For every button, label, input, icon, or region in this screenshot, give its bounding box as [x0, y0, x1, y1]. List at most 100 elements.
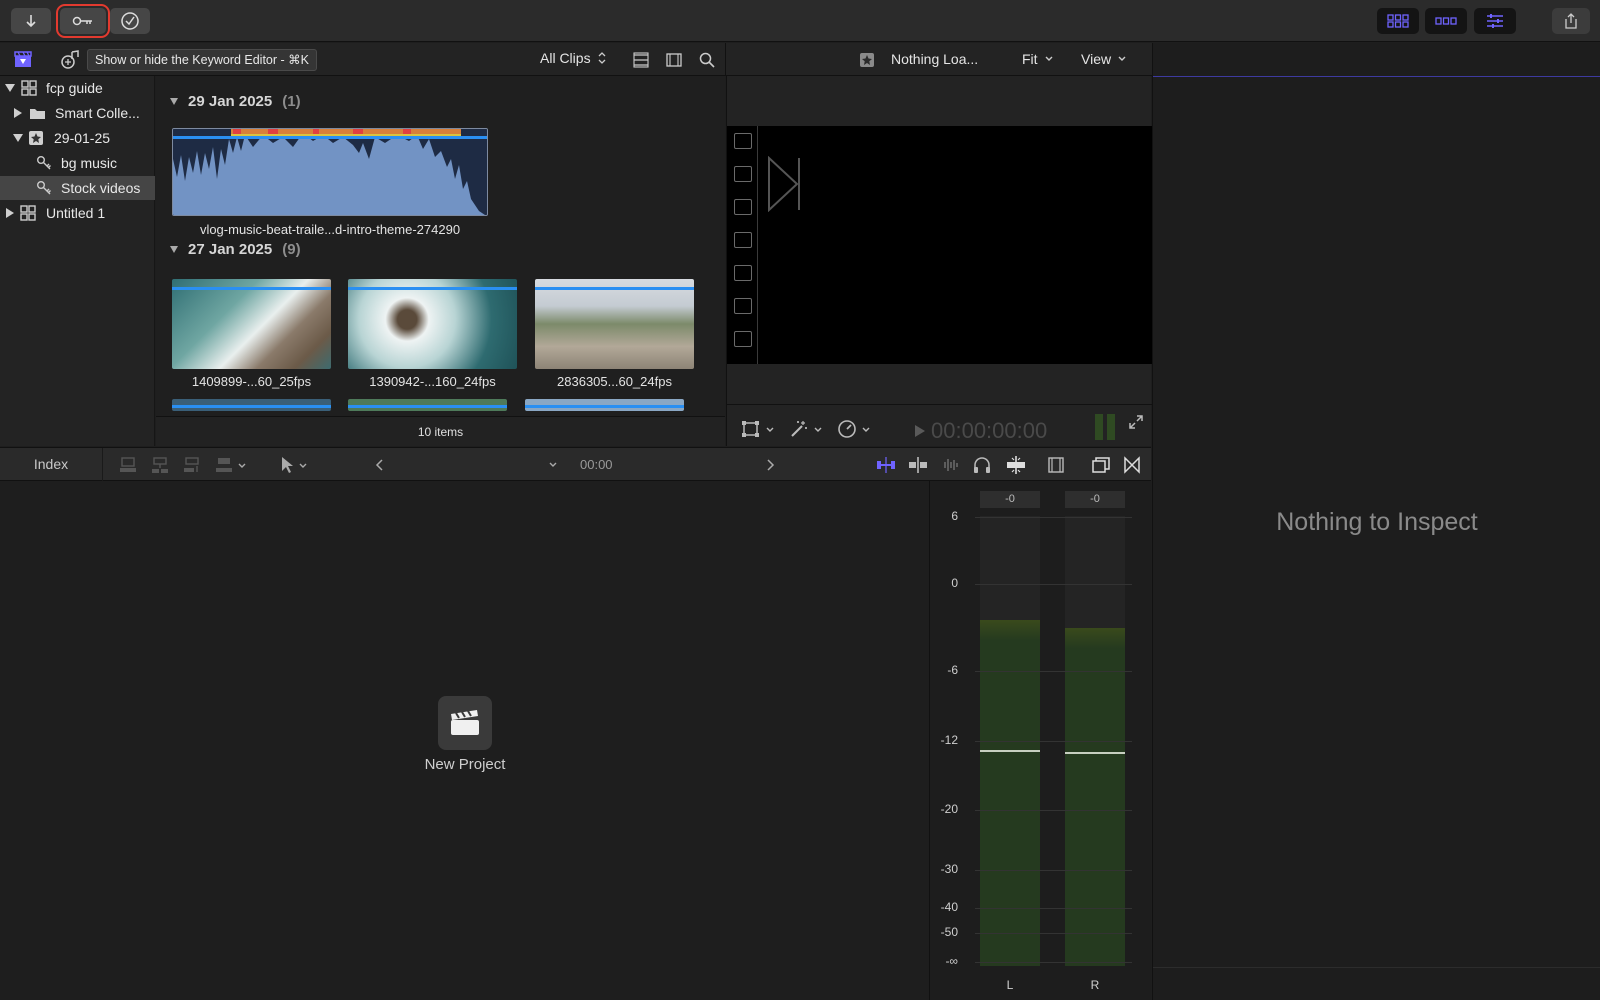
keyword-bar	[348, 405, 507, 408]
fit-dropdown[interactable]: Fit	[1022, 51, 1054, 67]
transitions-browser-icon[interactable]	[1123, 456, 1141, 474]
chevron-down-icon	[1045, 56, 1053, 61]
sidebar-item-stock-videos[interactable]: Stock videos	[0, 176, 155, 200]
meter-scale-label: -12	[940, 733, 958, 747]
keyword-editor-button[interactable]	[56, 4, 110, 38]
viewer-checkbox	[734, 133, 752, 149]
meter-gridline	[975, 741, 1132, 742]
skimming-icon[interactable]	[908, 456, 928, 474]
viewer-star-icon[interactable]	[859, 52, 875, 68]
sidebar-item-smart-collections[interactable]: Smart Colle...	[0, 101, 155, 125]
keyword-bar	[525, 405, 684, 408]
chevron-right-icon[interactable]	[765, 459, 775, 471]
peak-hold-left	[980, 749, 1040, 752]
inspector-bottom-line	[1153, 967, 1600, 968]
clip-thumbnail-video[interactable]	[535, 279, 694, 369]
photos-audio-icon[interactable]	[59, 49, 81, 71]
select-tool-icon[interactable]	[280, 456, 294, 474]
new-project-button[interactable]	[438, 696, 492, 750]
audio-skimming-icon[interactable]	[940, 456, 960, 474]
chevron-down-icon[interactable]	[237, 462, 247, 470]
timeline-time: 00:00	[580, 457, 613, 472]
chevron-down-icon[interactable]	[298, 462, 308, 470]
chevron-down-icon[interactable]	[813, 426, 823, 434]
meter-gridline	[975, 933, 1132, 934]
effects-browser-icon[interactable]	[1092, 456, 1110, 474]
background-tasks-button[interactable]	[110, 8, 150, 34]
clip-filter-dropdown[interactable]: All Clips	[540, 50, 607, 66]
meter-level-left	[980, 620, 1040, 966]
keyword-icon	[37, 181, 51, 195]
connect-clip-icon[interactable]	[119, 456, 137, 474]
meter-gridline	[975, 810, 1132, 811]
transform-icon[interactable]	[741, 420, 761, 438]
view-dropdown[interactable]: View	[1081, 51, 1127, 67]
peak-hold-right	[1065, 752, 1125, 755]
channel-label-right: R	[1090, 978, 1100, 992]
sidebar-item-label: fcp guide	[46, 80, 103, 96]
clip-thumbnail-video[interactable]	[172, 279, 331, 369]
disclosure-triangle-icon[interactable]	[170, 246, 178, 253]
zoom-to-fit-icon[interactable]	[876, 456, 896, 474]
clip-thumbnail-video[interactable]	[348, 399, 507, 411]
disclosure-triangle-icon[interactable]	[6, 208, 14, 218]
timeline-area: New Project	[0, 481, 929, 1000]
disclosure-triangle-icon[interactable]	[5, 84, 15, 92]
keyword-editor-tooltip: Show or hide the Keyword Editor - ⌘K	[87, 49, 317, 71]
library-icon	[20, 205, 36, 221]
browser-toggle-button[interactable]	[1377, 8, 1419, 34]
chevron-down-icon[interactable]	[861, 426, 871, 434]
disclosure-triangle-icon[interactable]	[13, 134, 23, 142]
clapperboard-icon	[451, 710, 479, 735]
group-count: (1)	[282, 93, 301, 110]
share-button[interactable]	[1552, 8, 1590, 34]
viewer-checkbox	[734, 298, 752, 314]
sidebar-item-event-29-01-25[interactable]: 29-01-25	[0, 126, 155, 150]
speedometer-icon[interactable]	[837, 419, 857, 439]
play-icon[interactable]	[914, 424, 926, 438]
group-date: 29 Jan 2025	[188, 93, 273, 110]
meter-scale-label: -20	[940, 802, 958, 816]
meter-scale-label: -6	[947, 663, 958, 677]
sidebar-item-bg-music[interactable]: bg music	[0, 151, 155, 175]
keyword-bar	[348, 287, 517, 290]
clip-thumbnail-video[interactable]	[172, 399, 331, 411]
clip-thumbnail-video[interactable]	[525, 399, 684, 411]
sidebar-item-fcp-guide[interactable]: fcp guide	[0, 76, 155, 100]
magic-wand-icon[interactable]	[789, 419, 809, 439]
index-button[interactable]: Index	[0, 448, 103, 481]
import-button[interactable]	[11, 8, 51, 34]
sidebar-item-untitled-1[interactable]: Untitled 1	[0, 201, 155, 225]
chevron-down-icon[interactable]	[765, 426, 775, 434]
share-icon	[1565, 13, 1577, 29]
items-count: 10 items	[156, 416, 725, 446]
inspector-toggle-button[interactable]	[1474, 8, 1516, 34]
disclosure-triangle-icon[interactable]	[170, 98, 178, 105]
clip-label: vlog-music-beat-traile...d-intro-theme-2…	[199, 222, 461, 237]
list-view-icon[interactable]	[633, 52, 649, 68]
chevron-down-icon[interactable]	[548, 461, 558, 469]
append-clip-icon[interactable]	[183, 456, 201, 474]
snapping-icon[interactable]	[1005, 455, 1027, 475]
overwrite-clip-icon[interactable]	[215, 456, 233, 474]
viewer-canvas[interactable]	[727, 126, 1152, 364]
clip-thumbnail-audio[interactable]	[172, 128, 488, 216]
meter-gridline	[975, 870, 1132, 871]
clip-thumbnail-video[interactable]	[348, 279, 517, 369]
disclosure-triangle-icon[interactable]	[14, 108, 22, 118]
timeline-toolbar: Index 00:00	[0, 447, 1151, 481]
libraries-clapper-icon[interactable]	[13, 49, 33, 69]
search-icon[interactable]	[699, 52, 715, 68]
clip-label: 1390942-...160_24fps	[369, 374, 496, 389]
filmstrip-view-icon[interactable]	[666, 52, 682, 68]
headphones-icon[interactable]	[973, 456, 991, 474]
event-group-header[interactable]: 27 Jan 2025 (9)	[170, 241, 301, 258]
clip-appearance-icon[interactable]	[1047, 456, 1065, 474]
channel-label-left: L	[1006, 978, 1014, 992]
insert-clip-icon[interactable]	[151, 456, 169, 474]
viewer-checkbox	[734, 166, 752, 182]
timeline-toggle-button[interactable]	[1425, 8, 1467, 34]
event-group-header[interactable]: 29 Jan 2025 (1)	[170, 93, 301, 110]
fullscreen-icon[interactable]	[1128, 414, 1144, 430]
chevron-left-icon[interactable]	[375, 459, 385, 471]
